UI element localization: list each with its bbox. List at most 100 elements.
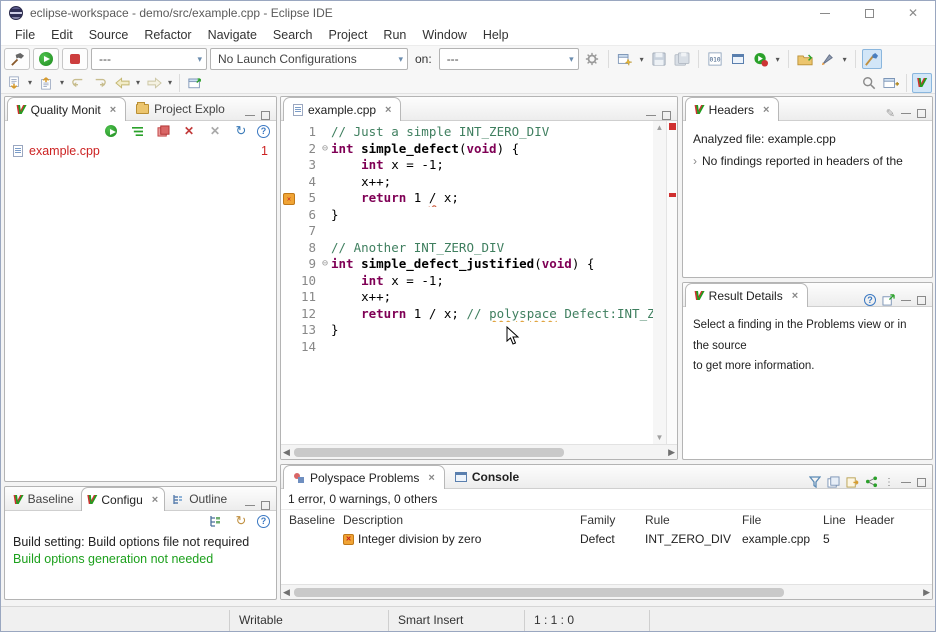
build-button[interactable] — [4, 48, 30, 70]
tab-outline[interactable]: Outline — [165, 487, 234, 510]
config-refresh-button[interactable]: ↻ — [231, 511, 251, 531]
tab-polyspace-problems[interactable]: Polyspace Problems × — [283, 465, 445, 489]
target-combo[interactable]: ---▾ — [439, 48, 579, 70]
pin-view-icon[interactable]: ✎ — [886, 107, 895, 120]
menu-search[interactable]: Search — [265, 26, 321, 44]
menu-project[interactable]: Project — [321, 26, 376, 44]
run-configuration-button[interactable] — [751, 49, 771, 69]
new-wizard-button[interactable] — [615, 49, 635, 69]
close-window-button[interactable]: ✕ — [891, 1, 935, 25]
menu-window[interactable]: Window — [414, 26, 474, 44]
search-button[interactable] — [859, 73, 879, 93]
menu-file[interactable]: File — [7, 26, 43, 44]
forward-menu-caret[interactable]: ▾ — [166, 78, 174, 87]
column-header[interactable]: Header — [855, 513, 915, 527]
maximize-view-icon[interactable] — [917, 296, 926, 305]
run-polyspace-button[interactable] — [33, 48, 59, 70]
launch-analysis-menu-caret[interactable]: ▾ — [841, 55, 849, 64]
last-edit-location-button[interactable] — [68, 73, 88, 93]
help-icon[interactable]: ? — [864, 294, 876, 306]
quality-copy-results-button[interactable] — [153, 121, 173, 141]
fold-collapse-icon[interactable]: ⊖ — [319, 256, 331, 273]
tab-baseline[interactable]: V Baseline — [7, 487, 81, 510]
build-config-combo[interactable]: ---▾ — [91, 48, 207, 70]
view-menu-icon[interactable]: ⋮ — [884, 477, 895, 488]
overview-ruler[interactable] — [666, 121, 677, 444]
minimize-view-icon[interactable] — [901, 482, 911, 483]
minimize-view-icon[interactable] — [646, 115, 656, 116]
next-annotation-button[interactable] — [4, 73, 24, 93]
open-in-new-icon[interactable] — [882, 294, 895, 306]
column-description[interactable]: Description — [343, 513, 580, 527]
close-icon[interactable]: × — [792, 290, 798, 302]
tab-console[interactable]: Console — [445, 465, 529, 488]
restore-view-button[interactable] — [185, 73, 205, 93]
launch-analysis-button[interactable] — [818, 49, 838, 69]
menu-navigate[interactable]: Navigate — [200, 26, 265, 44]
column-rule[interactable]: Rule — [645, 513, 742, 527]
quality-remove-all-button[interactable]: ✕ — [205, 121, 225, 141]
menu-source[interactable]: Source — [81, 26, 137, 44]
close-icon[interactable]: × — [152, 494, 158, 506]
maximize-view-icon[interactable] — [261, 501, 270, 510]
minimize-view-icon[interactable] — [245, 505, 255, 506]
new-wizard-menu-caret[interactable]: ▾ — [638, 55, 646, 64]
previous-annotation-menu-caret[interactable]: ▾ — [58, 78, 66, 87]
maximize-view-icon[interactable] — [662, 111, 671, 120]
close-icon[interactable]: × — [763, 104, 769, 116]
scrollbar-thumb[interactable] — [294, 448, 564, 457]
editor-horizontal-scrollbar[interactable]: ◀ ▶ — [281, 444, 677, 459]
quality-refresh-button[interactable]: ↻ — [231, 121, 251, 141]
problem-row[interactable]: ✕ Integer division by zero Defect INT_ZE… — [281, 530, 932, 548]
save-button[interactable] — [649, 49, 669, 69]
help-icon[interactable]: ? — [257, 515, 270, 528]
tab-configuration[interactable]: V Configu × — [81, 487, 165, 511]
config-expand-tree-button[interactable] — [205, 511, 225, 531]
minimize-view-icon[interactable] — [245, 115, 255, 116]
close-icon[interactable]: × — [428, 472, 434, 484]
polyspace-perspective-button[interactable]: V — [912, 73, 932, 93]
copy-pages-icon[interactable] — [827, 476, 840, 488]
menu-refactor[interactable]: Refactor — [136, 26, 199, 44]
quality-filter-button[interactable] — [127, 121, 147, 141]
launch-settings-button[interactable] — [582, 49, 602, 69]
back-button[interactable] — [112, 73, 132, 93]
quality-remove-button[interactable]: ✕ — [179, 121, 199, 141]
close-icon[interactable]: × — [110, 104, 116, 116]
column-baseline[interactable]: Baseline — [281, 513, 343, 527]
previous-annotation-button[interactable] — [36, 73, 56, 93]
tab-editor-example-cpp[interactable]: example.cpp × — [283, 97, 401, 121]
column-family[interactable]: Family — [580, 513, 645, 527]
back-menu-caret[interactable]: ▾ — [134, 78, 142, 87]
open-perspective-button[interactable] — [881, 73, 901, 93]
menu-edit[interactable]: Edit — [43, 26, 81, 44]
menu-help[interactable]: Help — [475, 26, 517, 44]
scrollbar-thumb[interactable] — [294, 588, 784, 597]
column-line[interactable]: Line — [823, 513, 855, 527]
share-tree-icon[interactable] — [865, 476, 878, 488]
defect-marker-icon[interactable] — [281, 190, 295, 207]
maximize-view-icon[interactable] — [261, 111, 270, 120]
forward-button[interactable] — [144, 73, 164, 93]
column-file[interactable]: File — [742, 513, 823, 527]
import-results-icon[interactable] — [846, 476, 859, 488]
menu-run[interactable]: Run — [375, 26, 414, 44]
overview-error-marker-line5[interactable] — [669, 193, 676, 197]
filter-icon[interactable] — [809, 476, 821, 488]
close-icon[interactable]: × — [385, 104, 391, 116]
annotate-findings-button[interactable] — [862, 49, 882, 69]
code-editor[interactable]: 1// Just a simple INT_ZERO_DIV2⊖int simp… — [281, 121, 653, 444]
help-icon[interactable]: ? — [257, 125, 270, 138]
console-view-button[interactable] — [728, 49, 748, 69]
launch-config-combo[interactable]: No Launch Configurations▾ — [210, 48, 408, 70]
editor-vertical-scrollbar[interactable]: ▲ ▼ — [653, 121, 666, 444]
quality-run-button[interactable] — [101, 121, 121, 141]
tab-headers[interactable]: V Headers × — [685, 97, 779, 121]
expander-icon[interactable]: › — [693, 154, 697, 168]
next-annotation-menu-caret[interactable]: ▾ — [26, 78, 34, 87]
maximize-view-icon[interactable] — [917, 109, 926, 118]
quality-file-row[interactable]: example.cpp 1 — [5, 141, 276, 161]
tab-project-explorer[interactable]: Project Explo — [126, 97, 235, 120]
maximize-window-button[interactable] — [847, 1, 891, 25]
forward-edit-location-button[interactable] — [90, 73, 110, 93]
